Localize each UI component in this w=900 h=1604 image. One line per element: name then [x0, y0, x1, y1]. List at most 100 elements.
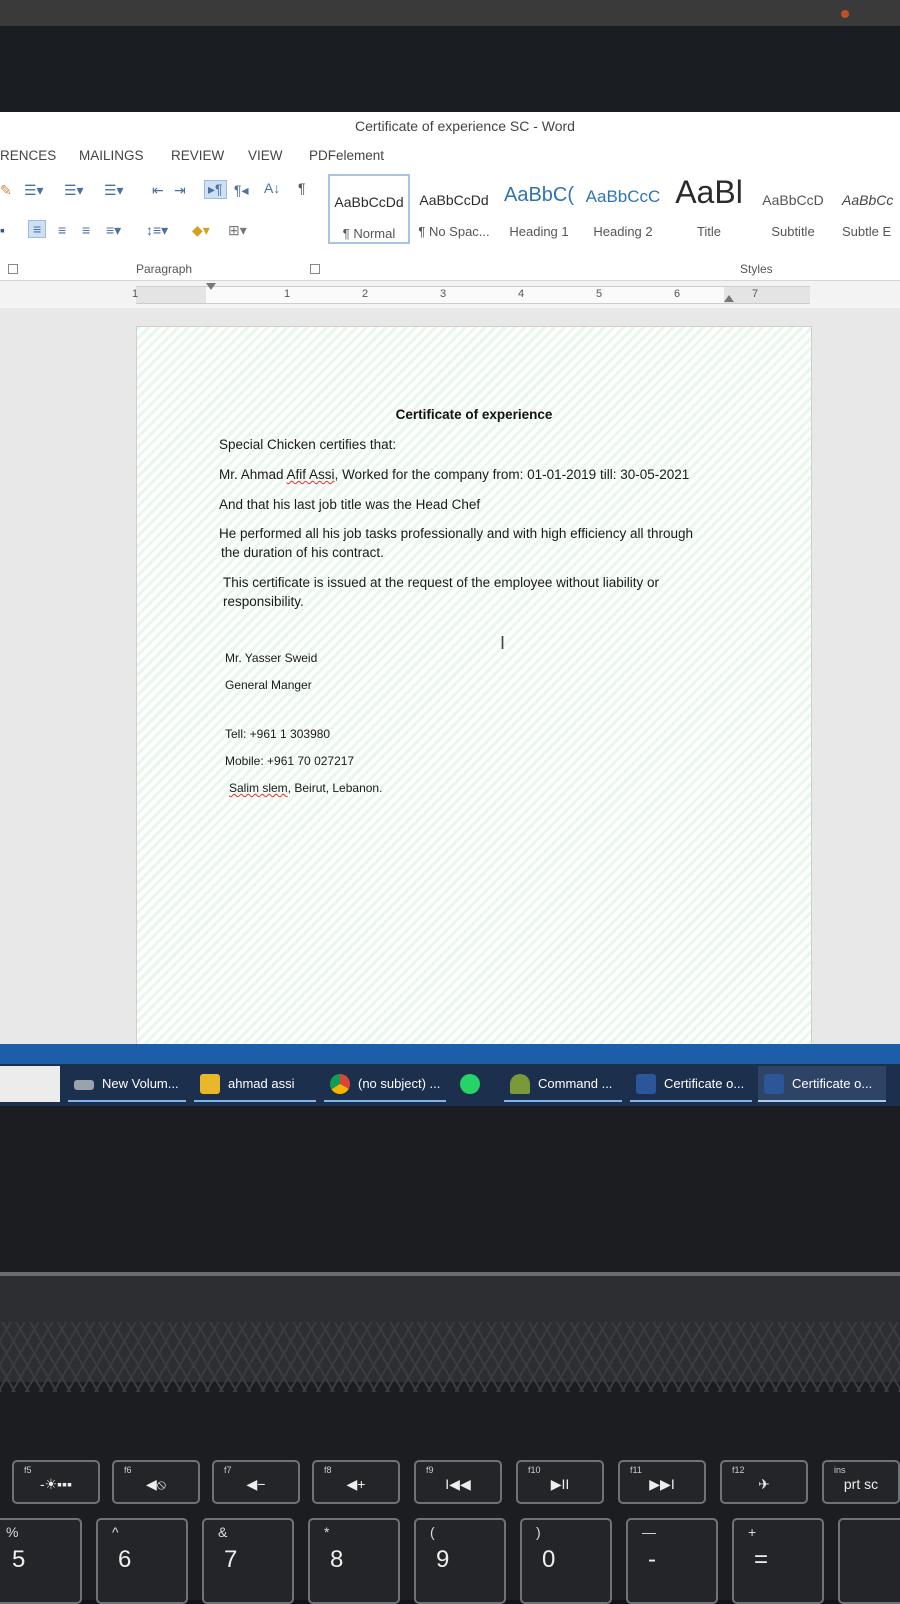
style-name: Title: [696, 224, 722, 239]
key-fn-label: f5: [24, 1465, 32, 1475]
key-8[interactable]: * 8: [308, 1518, 400, 1604]
shading-icon[interactable]: ◆▾: [192, 222, 210, 239]
key-shift-symbol: %: [6, 1524, 19, 1540]
tab-review[interactable]: REVIEW: [171, 148, 224, 163]
align-marker-icon[interactable]: ▪: [0, 222, 5, 238]
address-spellcheck: Salim slem: [229, 781, 288, 795]
key-0[interactable]: ) 0: [520, 1518, 612, 1604]
style-subtle-emphasis[interactable]: AaBbCc Subtle E: [836, 174, 900, 244]
ribbon: ✎ ☰▾ ☰▾ ☰▾ ⇤ ⇥ ▸¶ ¶◂ A↓ ¶ ▪ ≡ ≡ ≡ ≡▾ ↕≡▾…: [0, 170, 900, 281]
align-center-icon[interactable]: ≡: [58, 222, 66, 238]
style-preview: AaBbCcC: [585, 187, 661, 206]
key-f5[interactable]: f5 -☀▪▪▪: [12, 1460, 100, 1504]
tab-view[interactable]: VIEW: [248, 148, 283, 163]
taskbar-item-new-volume[interactable]: New Volum...: [68, 1066, 186, 1102]
speaker-grille: [0, 1322, 900, 1392]
style-preview: AaBbC(: [503, 184, 575, 206]
ruler-number: 3: [440, 288, 447, 300]
rtl-direction-icon[interactable]: ¶◂: [234, 182, 249, 199]
key-f8[interactable]: f8 ◀+: [312, 1460, 400, 1504]
key-f12[interactable]: f12 ✈: [720, 1460, 808, 1504]
key-equals[interactable]: + =: [732, 1518, 824, 1604]
key-9[interactable]: ( 9: [414, 1518, 506, 1604]
tab-references[interactable]: RENCES: [0, 148, 56, 163]
sort-icon[interactable]: A↓: [264, 180, 280, 196]
style-name: Subtitle: [771, 224, 815, 239]
key-symbol: ◀−: [246, 1476, 266, 1492]
paragraph-dialog-launcher[interactable]: [310, 264, 320, 274]
key-backspace[interactable]: [838, 1518, 900, 1604]
ribbon-tabs: RENCES MAILINGS REVIEW VIEW PDFelement: [0, 140, 900, 170]
ruler-number: 1: [284, 288, 291, 300]
show-marks-icon[interactable]: ¶: [298, 180, 306, 196]
borders-icon[interactable]: ⊞▾: [228, 222, 247, 239]
key-f11[interactable]: f11 ▶▶I: [618, 1460, 706, 1504]
taskbar-item-command[interactable]: Command ...: [504, 1066, 622, 1102]
key-7[interactable]: & 7: [202, 1518, 294, 1604]
taskbar-item-ahmad-assi[interactable]: ahmad assi: [194, 1066, 316, 1102]
window-title: Certificate of experience SC - Word: [355, 118, 575, 134]
tab-pdfelement[interactable]: PDFelement: [309, 148, 384, 163]
key-shift-symbol: *: [324, 1524, 330, 1540]
key-6[interactable]: ^ 6: [96, 1518, 188, 1604]
paragraph-group-label: Paragraph: [136, 262, 193, 276]
laptop-bezel: [0, 0, 900, 112]
align-right-icon[interactable]: ≡: [82, 222, 90, 238]
taskbar-item-word-1[interactable]: Certificate o...: [630, 1066, 752, 1102]
job-title-line: And that his last job title was the Head…: [219, 497, 481, 512]
style-title[interactable]: AaBl Title: [666, 174, 752, 244]
increase-indent-icon[interactable]: ⇥: [174, 182, 186, 199]
running-indicator: [758, 1100, 886, 1102]
key-main-symbol: -: [648, 1546, 656, 1573]
numbering-icon[interactable]: ☰▾: [64, 182, 84, 199]
style-heading-2[interactable]: AaBbCcC Heading 2: [582, 174, 664, 244]
ltr-direction-icon[interactable]: ▸¶: [204, 180, 227, 199]
style-preview: AaBbCcD: [762, 192, 824, 208]
taskbar-item-whatsapp[interactable]: [454, 1066, 496, 1102]
key-main-symbol: 6: [118, 1546, 132, 1573]
key-minus[interactable]: — -: [626, 1518, 718, 1604]
tab-mailings[interactable]: MAILINGS: [79, 148, 144, 163]
liability-line-2: responsibility.: [223, 594, 304, 609]
key-f10[interactable]: f10 ▶II: [516, 1460, 604, 1504]
bullets-icon[interactable]: ☰▾: [24, 182, 44, 199]
line-spacing-icon[interactable]: ↕≡▾: [146, 222, 168, 239]
style-heading-1[interactable]: AaBbC( Heading 1: [498, 174, 580, 244]
style-normal[interactable]: AaBbCcDd ¶ Normal: [328, 174, 410, 244]
taskbar-item-word-2[interactable]: Certificate o...: [758, 1066, 886, 1102]
key-fn-label: f10: [528, 1465, 541, 1475]
hinge-highlight: [0, 1272, 900, 1276]
key-prt-sc[interactable]: ins prt sc: [822, 1460, 900, 1504]
word-icon: [764, 1074, 784, 1094]
justify-icon[interactable]: ≡▾: [106, 222, 121, 239]
decrease-indent-icon[interactable]: ⇤: [152, 182, 164, 199]
word-icon: [636, 1074, 656, 1094]
multilevel-list-icon[interactable]: ☰▾: [104, 182, 124, 199]
styles-gallery: AaBbCcDd ¶ Normal AaBbCcDd ¶ No Spac... …: [328, 174, 900, 244]
style-no-spacing[interactable]: AaBbCcDd ¶ No Spac...: [412, 174, 496, 244]
word-window: Certificate of experience SC - Word RENC…: [0, 112, 900, 1106]
styles-group-label: Styles: [740, 262, 773, 276]
key-main-symbol: 9: [436, 1546, 450, 1573]
style-subtitle[interactable]: AaBbCcD Subtitle: [752, 174, 834, 244]
key-f6[interactable]: f6 ◀⦸: [112, 1460, 200, 1504]
laptop-body: f5 -☀▪▪▪ f6 ◀⦸ f7 ◀− f8 ◀+ f9 I◀◀ f10 ▶I…: [0, 1106, 900, 1604]
key-5[interactable]: % 5: [0, 1518, 82, 1604]
taskbar-item-chrome[interactable]: (no subject) ...: [324, 1066, 446, 1102]
right-indent-marker[interactable]: [724, 295, 734, 302]
left-indent-marker[interactable]: [206, 283, 216, 290]
document-page[interactable]: Certificate of experience Special Chicke…: [136, 326, 812, 1106]
format-painter-icon[interactable]: ✎: [0, 182, 12, 199]
taskbar-search-box[interactable]: [0, 1066, 60, 1102]
employment-dates: , Worked for the company from: 01-01-201…: [334, 467, 690, 482]
style-preview: AaBl: [675, 174, 743, 210]
performance-line-2: the duration of his contract.: [221, 545, 384, 560]
key-f9[interactable]: f9 I◀◀: [414, 1460, 502, 1504]
font-dialog-launcher[interactable]: [8, 264, 18, 274]
performance-line-1: He performed all his job tasks professio…: [219, 526, 694, 541]
employment-line: Mr. Ahmad Afif Assi, Worked for the comp…: [219, 467, 689, 482]
taskbar: New Volum... ahmad assi (no subject) ...…: [0, 1044, 900, 1106]
align-left-icon[interactable]: ≡: [28, 220, 47, 238]
key-f7[interactable]: f7 ◀−: [212, 1460, 300, 1504]
key-shift-symbol: (: [430, 1524, 435, 1540]
